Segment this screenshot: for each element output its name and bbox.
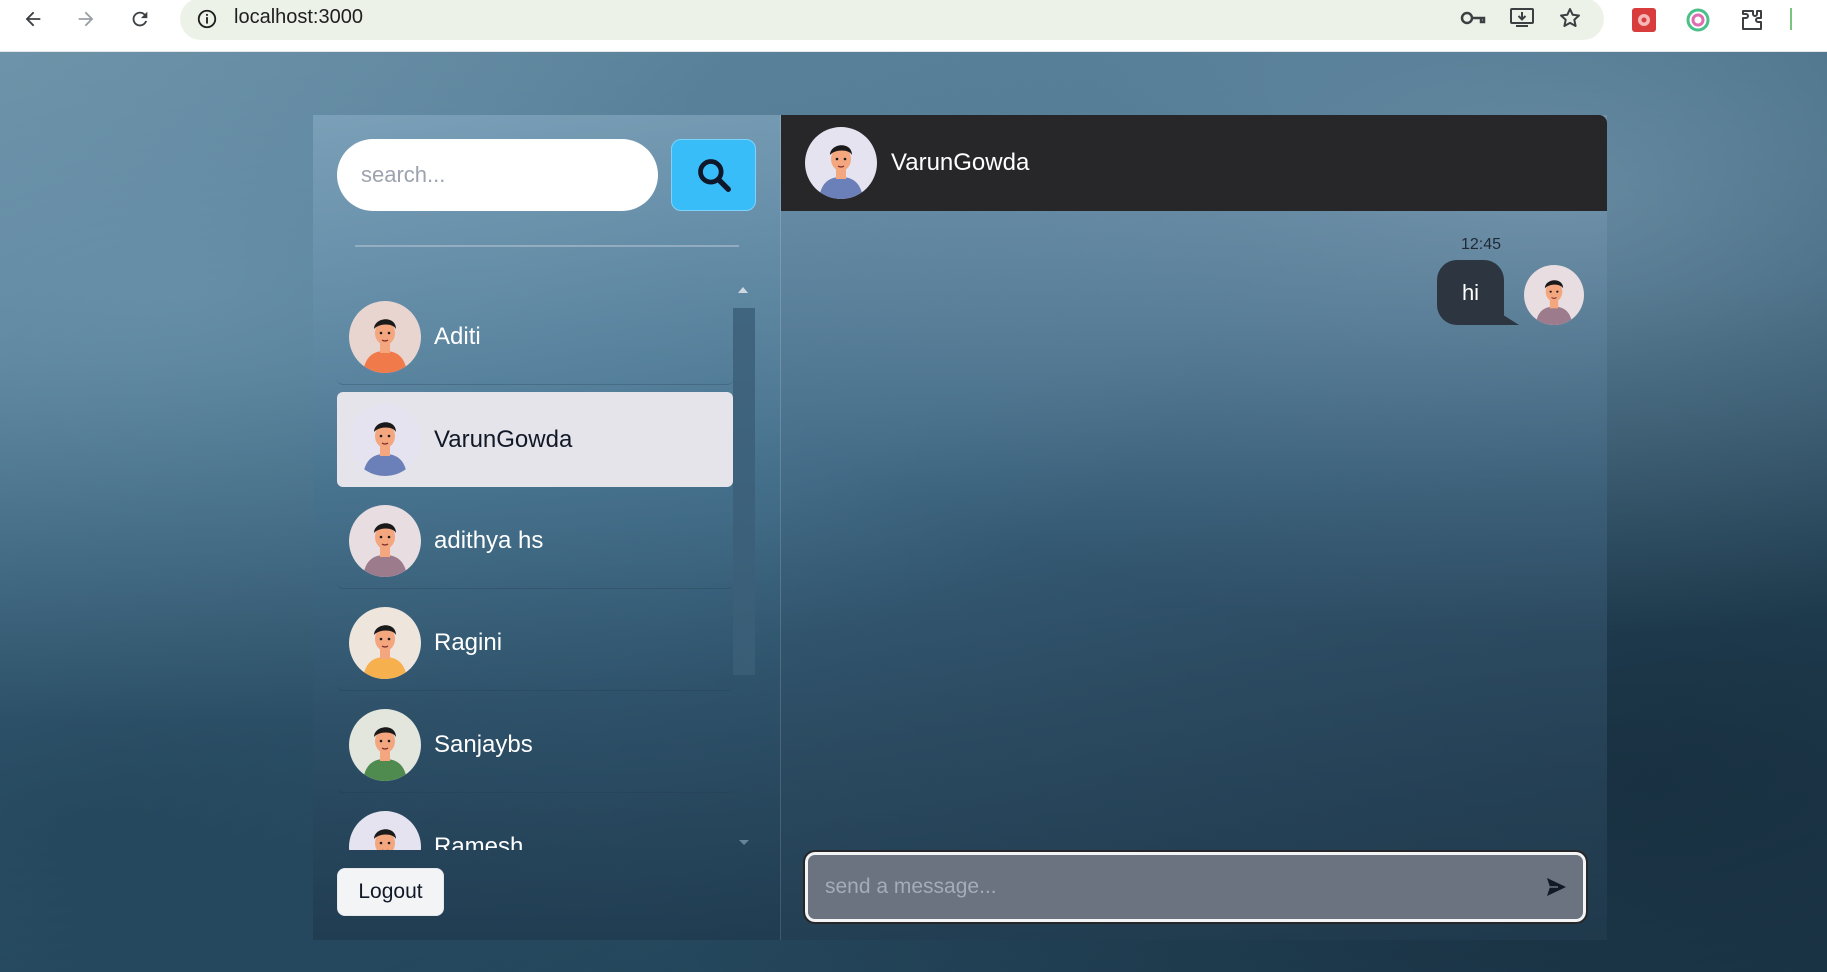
- sidebar: Aditi VarunGowda adithya hs Ragini Sanjaybs R…: [313, 115, 781, 940]
- contact-item[interactable]: VarunGowda: [337, 392, 733, 487]
- url-text[interactable]: localhost:3000: [234, 6, 363, 29]
- contact-name: Ragini: [434, 629, 503, 656]
- chat-header: VarunGowda: [781, 115, 1607, 211]
- reload-icon[interactable]: [125, 4, 155, 34]
- chat-app: Aditi VarunGowda adithya hs Ragini Sanjaybs R…: [313, 115, 1607, 940]
- avatar: [349, 301, 421, 373]
- extensions-icon[interactable]: [1736, 4, 1768, 36]
- site-info-icon[interactable]: [192, 4, 222, 34]
- contact-name: Sanjaybs: [434, 731, 533, 758]
- chat-panel: VarunGowda 12:45 hi: [781, 115, 1607, 940]
- message-time: 12:45: [1461, 236, 1502, 253]
- message-text: hi: [1461, 279, 1480, 305]
- contact-name: Ramesh: [434, 833, 524, 850]
- message-bubble: hi: [1437, 260, 1504, 325]
- forward-icon[interactable]: [71, 4, 101, 34]
- send-button[interactable]: [1541, 872, 1571, 902]
- avatar: [349, 505, 421, 577]
- search-icon: [697, 159, 731, 192]
- message-composer: [803, 850, 1588, 924]
- scrollbar-thumb[interactable]: [733, 308, 755, 675]
- scroll-up-arrow[interactable]: [738, 287, 748, 293]
- extension-ring-icon[interactable]: [1682, 4, 1714, 36]
- contact-name: VarunGowda: [434, 425, 573, 453]
- contact-item[interactable]: Aditi: [337, 290, 733, 385]
- toolbar-divider: [1790, 8, 1792, 30]
- star-icon[interactable]: [1554, 2, 1586, 34]
- browser-toolbar: localhost:3000: [0, 0, 1827, 52]
- message-input[interactable]: [808, 855, 1508, 919]
- contact-name: adithya hs: [434, 527, 544, 554]
- extension-red-icon[interactable]: [1628, 4, 1660, 36]
- logout-button[interactable]: Logout: [337, 868, 444, 916]
- contact-item[interactable]: Ramesh: [337, 800, 733, 850]
- avatar: [349, 607, 421, 679]
- avatar: [349, 403, 421, 476]
- avatar[interactable]: [805, 127, 877, 199]
- install-icon[interactable]: [1506, 2, 1538, 34]
- back-icon[interactable]: [18, 4, 48, 34]
- key-icon[interactable]: [1457, 2, 1489, 34]
- contact-name: Aditi: [434, 323, 481, 350]
- avatar: [349, 811, 421, 850]
- contact-list: Aditi VarunGowda adithya hs Ragini Sanjaybs R…: [337, 290, 733, 850]
- contact-item[interactable]: Sanjaybs: [337, 698, 733, 793]
- search-button[interactable]: [671, 139, 756, 211]
- search-input[interactable]: [337, 139, 658, 211]
- avatar: [349, 709, 421, 781]
- contact-item[interactable]: Ragini: [337, 596, 733, 691]
- avatar: [1524, 265, 1584, 325]
- sidebar-divider: [355, 245, 739, 247]
- address-bar[interactable]: localhost:3000: [180, 0, 1604, 40]
- contact-item[interactable]: adithya hs: [337, 494, 733, 589]
- chat-contact-name: VarunGowda: [891, 149, 1030, 176]
- send-icon: [1547, 878, 1566, 896]
- scroll-down-arrow[interactable]: [739, 840, 749, 845]
